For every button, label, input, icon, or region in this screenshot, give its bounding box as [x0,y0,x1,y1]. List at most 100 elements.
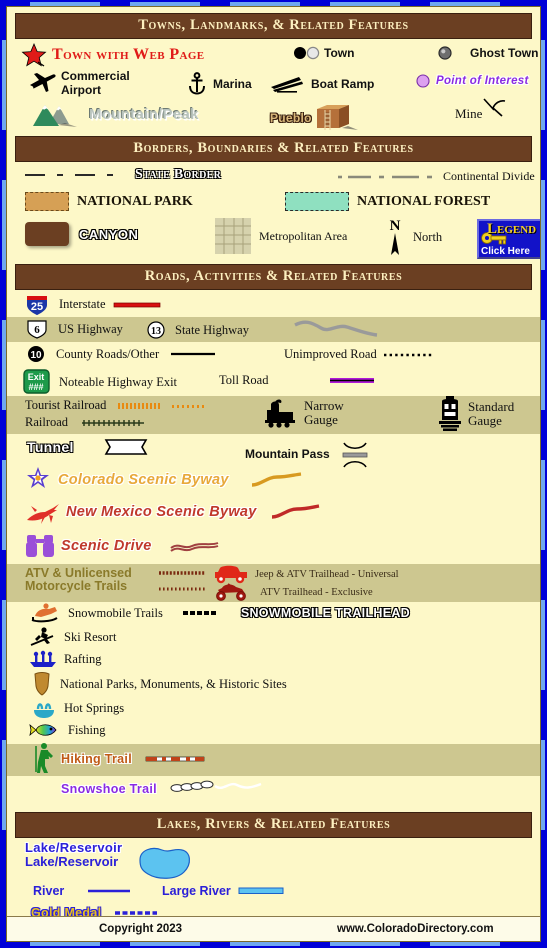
legend-item-jeep-trailhead[interactable]: Jeep & ATV Trailhead - Universal [212,564,399,584]
row-roads-hot-springs: Hot Springs [7,696,540,720]
legend-item-interstate[interactable]: 25 Interstate [25,292,160,317]
legend-item-pueblo[interactable]: Pueblo [270,104,370,132]
row-roads-colorado-byway: Colorado Scenic Byway [7,464,540,496]
legend-item-ghost-town[interactable]: Ghost Town [437,46,538,60]
legend-label-national-park: NATIONAL PARK [77,193,193,209]
legend-item-unimproved-road[interactable]: Unimproved Road [284,347,432,362]
legend-item-boat-ramp[interactable]: Boat Ramp [269,74,374,94]
legend-item-hot-springs[interactable]: Hot Springs [31,696,124,720]
legend-item-tourist-railroad[interactable]: Tourist Railroad [25,398,212,413]
legend-label-snowshoe-trail: Snowshoe Trail [61,782,157,796]
standard-line2: Gauge [468,413,502,428]
svg-text:###: ### [28,382,43,392]
county-road-line-icon [171,351,216,357]
legend-item-point-of-interest[interactable]: Point of Interest [415,74,529,88]
legend-item-town-web-page[interactable]: Town with Web Page [21,42,205,67]
legend-item-marina[interactable]: Marina [187,72,252,96]
legend-item-atv-trailhead[interactable]: ATV Trailhead - Exclusive [212,582,373,602]
interstate-shield-icon: 25 [25,292,49,317]
row-roads-railroad: Tourist Railroad Railroad Narrow Gauge S… [7,396,540,434]
row-roads-county: 10 County Roads/Other Unimproved Road [7,342,540,368]
hot-springs-icon [31,696,57,720]
legend-item-continental-divide[interactable]: Continental Divide [337,169,535,184]
north-arrow-icon: N [385,217,405,257]
legend-item-standard-gauge[interactable]: Standard Gauge [437,396,514,432]
legend-item-national-forest[interactable]: NATIONAL FOREST [285,192,490,211]
row-roads-fishing: Fishing [7,720,540,744]
legend-item-north[interactable]: N North [385,217,442,257]
legend-label-town: Town [324,46,355,60]
legend-item-snowshoe-trail[interactable]: Snowshoe Trail [61,780,265,796]
legend-item-state-highway[interactable]: 13 State Highway [145,321,249,339]
legend-label-tunnel: Tunnel [27,439,74,455]
legend-item-scenic-drive[interactable]: Scenic Drive [25,533,220,559]
legend-item-national-park[interactable]: NATIONAL PARK [25,192,193,211]
legend-item-county-roads[interactable]: 10 County Roads/Other [25,345,216,363]
legend-item-tunnel[interactable]: Tunnel [27,438,148,456]
legend-item-colorado-byway[interactable]: Colorado Scenic Byway [23,466,303,494]
legend-label-national-forest: NATIONAL FOREST [357,193,491,209]
arrowhead-icon [31,672,53,696]
legend-label-fishing: Fishing [68,722,106,737]
pickaxe-icon [480,97,510,121]
legend-item-large-river[interactable]: Large River [162,884,284,898]
ghost-town-dot-icon [437,46,453,60]
legend-item-canyon[interactable]: CANYON [25,222,138,246]
legend-label-hot-springs: Hot Springs [64,700,125,715]
county-road-circle-icon: 10 [25,345,47,363]
legend-item-fishing[interactable]: Fishing [29,720,106,740]
legend-item-lake-reservoir-fancy[interactable]: Lake/Reservoir [25,840,122,855]
tourist-railroad-line-icon [118,401,212,411]
legend-item-highway-exit[interactable]: Exit ### Noteable Highway Exit [23,369,177,395]
legend-item-hiking-trail[interactable]: Hiking Trail [33,742,205,776]
legend-item-railroad[interactable]: Railroad [25,415,154,430]
legend-label-railroad: Railroad [25,415,69,429]
legend-item-mountain-peak[interactable]: Mountain/Peak [31,100,199,128]
snowmobile-trail-line-icon [182,609,219,617]
legend-item-rafting[interactable]: Rafting [29,649,102,669]
row-borders-2: NATIONAL PARK NATIONAL FOREST [7,190,540,216]
legend-item-metropolitan-area[interactable]: Metropolitan Area [215,218,347,254]
legend-label-atv-trails: ATV & Unlicensed Motorcycle Trails [25,567,132,593]
legend-item-lake-reservoir-plain[interactable]: Lake/Reservoir [25,854,118,869]
legend-label-point-of-interest: Point of Interest [436,75,529,87]
park-swatch-icon [25,192,69,211]
legend-label-marina: Marina [213,77,252,91]
exit-sign-icon: Exit ### [23,369,51,395]
standard-line1: Standard [468,399,515,414]
legend-item-river[interactable]: River [33,884,131,898]
legend-item-atv-trails[interactable]: ATV & Unlicensed Motorcycle Trails [25,567,132,593]
narrow-line2: Gauge [304,412,338,427]
row-roads-ski: Ski Resort [7,626,540,649]
legend-button[interactable]: Legend Click Here [477,219,540,259]
legend-item-toll-road[interactable]: Toll Road [219,373,375,388]
footer-website[interactable]: www.ColoradoDirectory.com [337,923,494,935]
legend-item-town[interactable]: Town [293,46,354,60]
legend-item-mine[interactable]: Mine [455,98,510,122]
legend-item-state-border[interactable]: State Border [23,167,221,183]
atv-line1: ATV & Unlicensed [25,566,132,580]
legend-label-toll-road: Toll Road [219,373,269,387]
row-lakes-1: Lake/Reservoir Lake/Reservoir [7,840,540,884]
legend-item-national-parks[interactable]: National Parks, Monuments, & Historic Si… [31,672,287,696]
legend-item-snowmobile-trails[interactable]: Snowmobile Trails SNOWMOBILE TRAILHEAD [29,602,410,624]
legend-item-new-mexico-byway[interactable]: New Mexico Scenic Byway [23,498,321,526]
row-roads-scenic-drive: Scenic Drive [7,530,540,564]
legend-item-narrow-gauge[interactable]: Narrow Gauge [263,398,344,428]
steam-locomotive-icon [263,398,299,428]
row-borders-3: CANYON Metropolitan Area N North Legend … [7,216,540,259]
legend-item-ski-resort[interactable]: Ski Resort [29,626,116,648]
legend-item-commercial-airport[interactable]: Commercial Airport [27,69,130,97]
skier-icon [29,626,57,648]
legend-label-standard-gauge: Standard Gauge [468,400,514,428]
state-highway-line-icon [293,318,379,340]
svg-text:N: N [390,218,401,234]
metro-grid-icon [215,218,251,254]
tunnel-icon [104,438,148,456]
binoculars-icon [25,533,55,559]
row-borders-1: State Border Continental Divide [7,164,540,190]
row-lakes-rivers: River Large River [7,884,540,906]
legend-label-metropolitan-area: Metropolitan Area [259,228,348,243]
legend-item-us-highway[interactable]: 6 US Highway [25,319,123,340]
boat-ramp-icon [269,74,305,94]
